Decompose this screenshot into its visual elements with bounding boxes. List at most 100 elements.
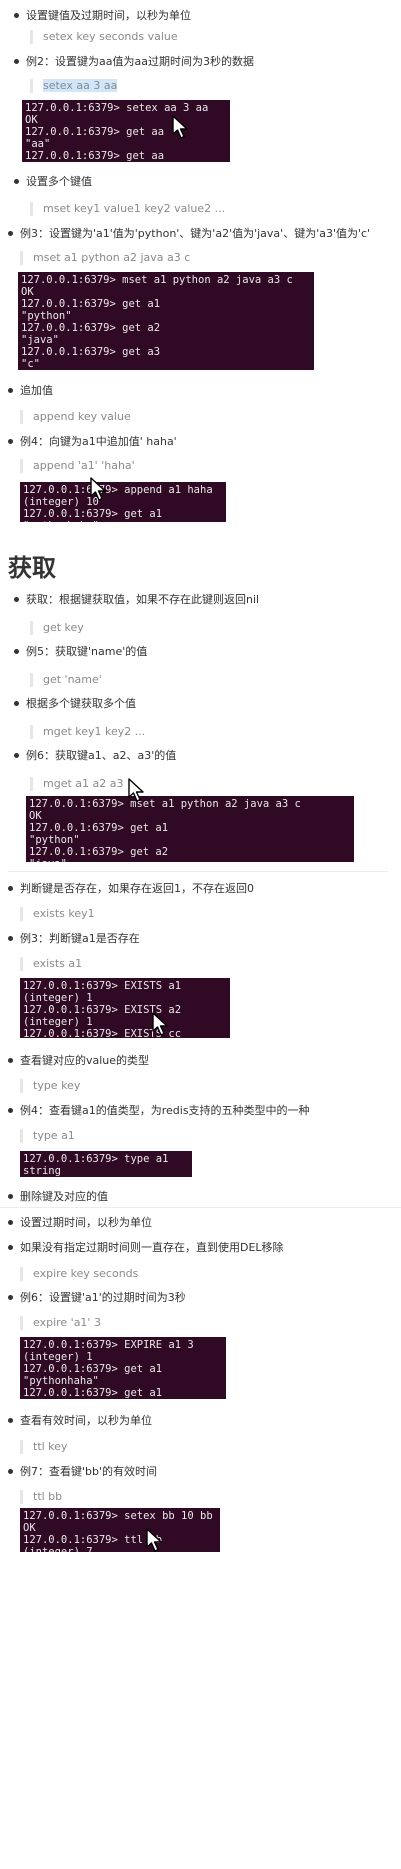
- terminal-line: 127.0.0.1:6379> append a1 haha: [23, 484, 213, 496]
- list-item: 例4：查看键a1的值类型，为redis支持的五种类型中的一种: [8, 1104, 310, 1118]
- code-snippet: mset a1 python a2 java a3 c: [20, 251, 190, 265]
- bullet-icon: [8, 1294, 13, 1300]
- list-item: 设置键值及过期时间，以秒为单位: [14, 9, 191, 23]
- code-snippet: setex aa 3 aa: [30, 79, 118, 93]
- list-item-text: 设置过期时间，以秒为单位: [20, 1216, 152, 1229]
- list-item: 判断键是否存在，如果存在返回1，不存在返回0: [8, 882, 254, 896]
- bullet-icon: [8, 1057, 13, 1063]
- code-snippet: append key value: [20, 410, 131, 424]
- terminal-line: 127.0.0.1:6379> EXPIRE a1 3: [23, 1339, 194, 1351]
- list-item: 获取：根据键获取值，如果不存在此键则返回nil: [14, 593, 259, 607]
- bullet-icon: [8, 1244, 13, 1250]
- terminal-line: 127.0.0.1:6379> ttl bb: [23, 1534, 163, 1546]
- list-item-text: 如果没有指定过期时间则一直存在，直到使用DEL移除: [20, 1241, 284, 1254]
- list-item: 例6：设置键'a1'的过期时间为3秒: [8, 1291, 186, 1305]
- terminal-line: OK: [21, 286, 34, 298]
- code-snippet: get 'name': [30, 673, 102, 687]
- code-snippet: ttl bb: [20, 1490, 62, 1504]
- list-item: 例2：设置键为aa值为aa过期时间为3秒的数据: [14, 55, 254, 69]
- list-item-text: 查看键对应的value的类型: [20, 1054, 150, 1067]
- terminal-line: (integer) 1: [23, 992, 93, 1004]
- terminal-line: 127.0.0.1:6379> EXISTS a1: [23, 980, 182, 992]
- terminal-line: 127.0.0.1:6379> setex aa 3 aa: [25, 102, 209, 114]
- list-item: 例6：获取键a1、a2、a3'的值: [14, 749, 176, 763]
- terminal-line: OK: [23, 1522, 36, 1534]
- code-snippet: ttl key: [20, 1440, 67, 1454]
- list-item-text: 例2：设置键为aa值为aa过期时间为3秒的数据: [26, 55, 254, 68]
- bullet-icon: [14, 700, 19, 706]
- code-snippet: expire key seconds: [20, 1267, 138, 1281]
- section-heading: 获取: [8, 554, 56, 582]
- code-snippet-text: mget a1 a2 a3: [43, 777, 124, 790]
- list-item: 设置过期时间，以秒为单位: [8, 1216, 152, 1230]
- bullet-icon: [8, 1193, 13, 1199]
- bullet-icon: [8, 885, 13, 891]
- code-snippet: type key: [20, 1079, 80, 1093]
- bullet-icon: [8, 1107, 13, 1113]
- terminal-line: 127.0.0.1:6379> get a2: [29, 846, 169, 858]
- list-item: 如果没有指定过期时间则一直存在，直到使用DEL移除: [8, 1241, 284, 1255]
- bullet-icon: [14, 596, 19, 602]
- bullet-icon: [8, 230, 13, 236]
- code-snippet-text: expire key seconds: [33, 1267, 139, 1280]
- list-item-text: 追加值: [20, 384, 53, 397]
- bullet-icon: [14, 752, 19, 758]
- list-item-text: 设置键值及过期时间，以秒为单位: [26, 9, 191, 22]
- bullet-icon: [8, 1219, 13, 1225]
- list-item-text: 例6：设置键'a1'的过期时间为3秒: [20, 1291, 186, 1304]
- terminal-line: 127.0.0.1:6379> get a3: [21, 346, 161, 358]
- terminal-line: "aa": [25, 138, 51, 150]
- code-snippet: mset key1 value1 key2 value2 ...: [30, 202, 225, 216]
- code-snippet: exists a1: [20, 957, 82, 971]
- terminal-line: "pythonhaha": [23, 520, 223, 522]
- code-snippet-text: setex key seconds value: [43, 30, 178, 43]
- list-item-text: 例4：向键为a1中追加值' haha': [20, 435, 177, 448]
- code-snippet: mget key1 key2 ...: [30, 725, 145, 739]
- bullet-icon: [8, 1417, 13, 1423]
- bullet-icon: [14, 12, 19, 18]
- mouse-pointer-icon: [152, 1012, 170, 1036]
- code-snippet-text: mset a1 python a2 java a3 c: [33, 251, 191, 264]
- list-item-text: 例6：获取键a1、a2、a3'的值: [26, 749, 177, 762]
- bullet-icon: [14, 648, 19, 654]
- terminal-line: 127.0.0.1:6379> get aa: [25, 126, 165, 138]
- terminal-line: string: [23, 1165, 61, 1177]
- list-item: 查看键对应的value的类型: [8, 1054, 149, 1068]
- code-snippet-text: exists a1: [33, 957, 83, 970]
- list-item-text: 设置多个键值: [26, 175, 92, 188]
- terminal-screenshot: 127.0.0.1:6379> EXISTS a1 (integer) 1 127.…: [20, 978, 230, 1038]
- list-item-text: 例7：查看键'bb'的有效时间: [20, 1465, 158, 1478]
- list-item-text: 例3：判断键a1是否存在: [20, 932, 140, 945]
- code-snippet-text: exists key1: [33, 907, 95, 920]
- code-snippet-text: type a1: [33, 1129, 75, 1142]
- code-snippet-text: ttl key: [33, 1440, 68, 1453]
- terminal-line: "c": [21, 358, 40, 370]
- code-snippet: mget a1 a2 a3: [30, 777, 124, 791]
- list-item-text: 删除键及对应的值: [20, 1190, 108, 1203]
- terminal-line: (integer) 10: [23, 496, 99, 508]
- terminal-line: (integer) 1: [23, 1351, 93, 1363]
- list-item-text: 判断键是否存在，如果存在返回1，不存在返回0: [20, 882, 254, 895]
- mouse-pointer-icon: [172, 115, 190, 139]
- list-item: 例5：获取键'name'的值: [14, 645, 147, 659]
- terminal-screenshot: 127.0.0.1:6379> setex aa 3 aa OK 127.0.0.1…: [22, 100, 230, 162]
- terminal-line: OK: [29, 810, 42, 822]
- list-item-text: 根据多个键获取多个值: [26, 697, 136, 710]
- list-item-text: 查看有效时间，以秒为单位: [20, 1414, 152, 1427]
- terminal-line: OK: [25, 114, 38, 126]
- terminal-screenshot: 127.0.0.1:6379> append a1 haha (integer) …: [20, 482, 226, 522]
- list-item-text: 例4：查看键a1的值类型，为redis支持的五种类型中的一种: [20, 1104, 310, 1117]
- terminal-screenshot: 127.0.0.1:6379> mset a1 python a2 java a…: [18, 272, 314, 370]
- bullet-icon: [8, 935, 13, 941]
- terminal-line: 127.0.0.1:6379> type a1: [23, 1153, 169, 1165]
- terminal-line: 127.0.0.1:6379> mset a1 python a2 java a…: [29, 798, 301, 810]
- terminal-line: "java": [29, 858, 351, 862]
- code-snippet: exists key1: [20, 907, 95, 921]
- list-item: 例3：判断键a1是否存在: [8, 932, 140, 946]
- code-snippet: setex key seconds value: [30, 30, 178, 44]
- bullet-icon: [8, 387, 13, 393]
- mouse-pointer-icon: [146, 1528, 164, 1552]
- list-item: 删除键及对应的值: [8, 1190, 108, 1204]
- list-item: 根据多个键获取多个值: [14, 697, 136, 711]
- list-item: 查看有效时间，以秒为单位: [8, 1414, 152, 1428]
